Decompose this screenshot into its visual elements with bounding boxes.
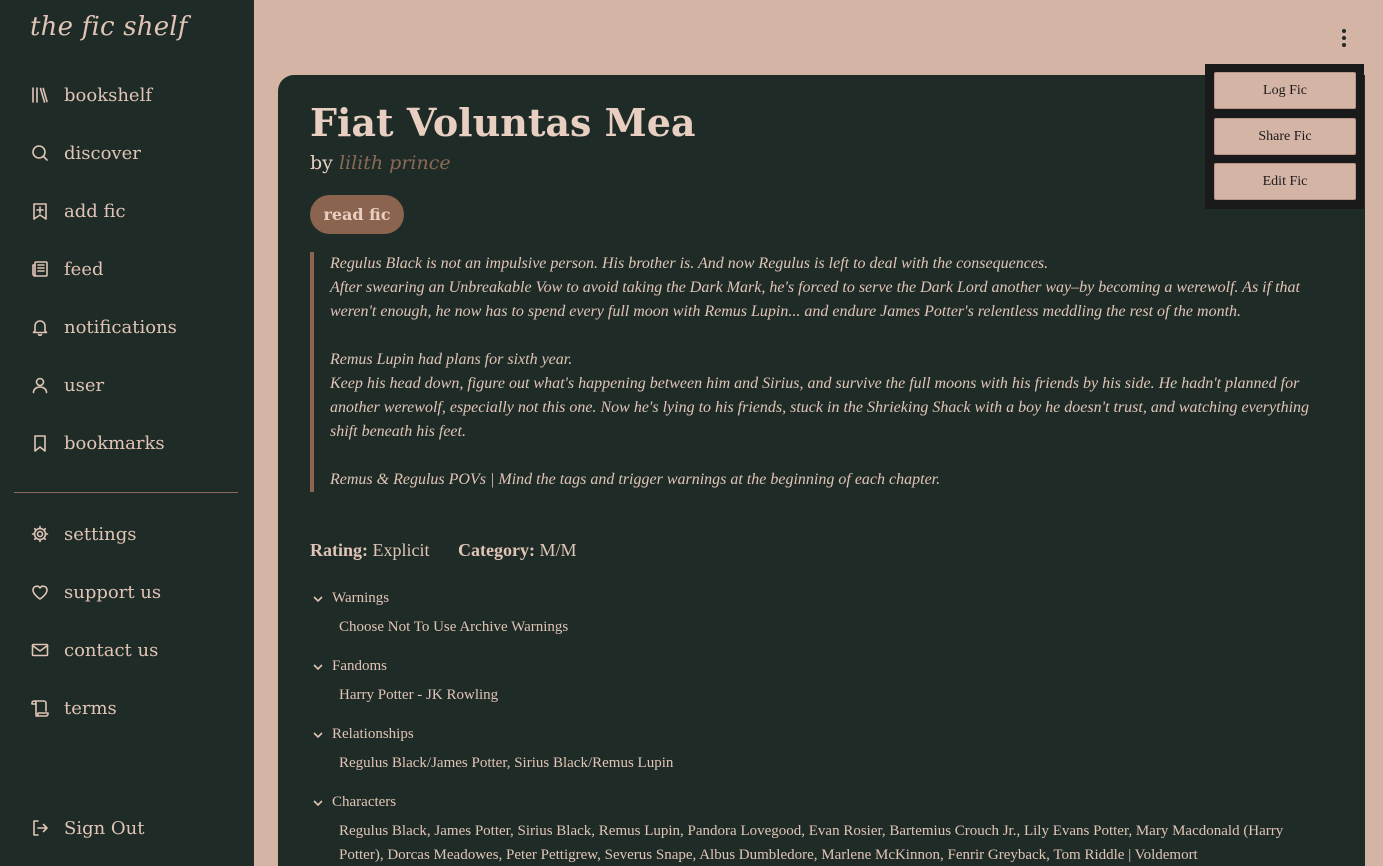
sidebar-item-label: feed xyxy=(64,258,104,280)
search-icon xyxy=(32,145,48,161)
sidebar-divider xyxy=(14,492,238,493)
sidebar-item-bookshelf[interactable]: bookshelf xyxy=(30,80,152,110)
sidebar-item-notifications[interactable]: notifications xyxy=(30,312,177,342)
warnings-toggle[interactable]: Warnings xyxy=(312,590,389,607)
fic-byline: by lilith prince xyxy=(310,152,451,174)
read-fic-button[interactable]: read fic xyxy=(310,195,404,234)
summary-paragraph: After swearing an Unbreakable Vow to avo… xyxy=(330,279,1300,320)
kebab-dot xyxy=(1342,29,1346,33)
fic-title: Fiat Voluntas Mea xyxy=(310,100,696,145)
fandoms-toggle[interactable]: Fandoms xyxy=(312,658,387,675)
sidebar-item-support-us[interactable]: support us xyxy=(30,577,161,607)
fic-meta: Rating: Explicit Category: M/M xyxy=(310,540,576,561)
summary-paragraph: Regulus Black is not an impulsive person… xyxy=(330,255,1049,272)
summary-paragraph: Remus & Regulus POVs | Mind the tags and… xyxy=(330,471,941,488)
fic-summary: Regulus Black is not an impulsive person… xyxy=(310,252,1310,492)
more-options-icon[interactable] xyxy=(1332,26,1356,50)
warnings-value: Choose Not To Use Archive Warnings xyxy=(339,619,569,635)
sidebar-item-discover[interactable]: discover xyxy=(30,138,141,168)
relationships-toggle[interactable]: Relationships xyxy=(312,726,414,743)
edit-fic-button[interactable]: Edit Fic xyxy=(1214,163,1356,200)
sidebar-item-label: discover xyxy=(64,142,141,164)
sidebar-item-label: bookmarks xyxy=(64,432,165,454)
sidebar-item-feed[interactable]: feed xyxy=(30,254,104,284)
log-fic-button[interactable]: Log Fic xyxy=(1214,72,1356,109)
relationships-value: Regulus Black/James Potter, Sirius Black… xyxy=(339,755,674,771)
bookmark-plus-icon xyxy=(33,203,47,220)
scroll-icon xyxy=(31,700,49,717)
sidebar-item-label: bookshelf xyxy=(64,84,153,106)
sign-out-button[interactable]: Sign Out xyxy=(30,813,145,843)
heart-icon xyxy=(32,585,48,600)
chevron-down-icon xyxy=(313,663,323,670)
sidebar-item-contact-us[interactable]: contact us xyxy=(30,635,158,665)
chevron-down-icon xyxy=(313,799,323,806)
fic-actions-menu: Log Fic Share Fic Edit Fic xyxy=(1205,64,1364,209)
category-label: Category: xyxy=(458,540,535,560)
mail-icon xyxy=(31,643,49,657)
share-fic-button[interactable]: Share Fic xyxy=(1214,118,1356,155)
sidebar-item-bookmarks[interactable]: bookmarks xyxy=(30,428,165,458)
sign-out-icon xyxy=(33,820,48,836)
sidebar-item-terms[interactable]: terms xyxy=(30,693,117,723)
chevron-down-icon xyxy=(313,731,323,738)
gear-icon xyxy=(31,525,49,543)
summary-paragraph: Keep his head down, figure out what's ha… xyxy=(330,375,1310,440)
by-label: by xyxy=(310,152,333,174)
app-logo[interactable]: the fic shelf xyxy=(30,12,188,42)
characters-value: Regulus Black, James Potter, Sirius Blac… xyxy=(339,823,1284,863)
sidebar-item-settings[interactable]: settings xyxy=(30,519,136,549)
rating-value: Explicit xyxy=(372,540,430,560)
sidebar-item-label: add fic xyxy=(64,200,126,222)
section-label: Relationships xyxy=(332,726,414,742)
sidebar-item-label: terms xyxy=(64,697,117,719)
sidebar-item-label: user xyxy=(64,374,105,396)
chevron-down-icon xyxy=(313,595,323,602)
characters-toggle[interactable]: Characters xyxy=(312,794,396,811)
author-link[interactable]: lilith prince xyxy=(339,152,451,174)
sidebar-item-user[interactable]: user xyxy=(30,370,104,400)
bookmark-icon xyxy=(34,435,46,452)
sign-out-label: Sign Out xyxy=(64,817,145,839)
user-icon xyxy=(32,377,48,394)
sidebar: the fic shelf bookshelf discover add fic… xyxy=(0,0,254,866)
sidebar-item-label: notifications xyxy=(64,316,177,338)
sidebar-item-label: support us xyxy=(64,581,162,603)
bell-icon xyxy=(32,320,48,337)
section-label: Warnings xyxy=(332,590,390,606)
fandoms-value: Harry Potter - JK Rowling xyxy=(339,687,499,703)
newspaper-icon xyxy=(32,261,48,277)
category-value: M/M xyxy=(539,540,577,560)
kebab-dot xyxy=(1342,36,1346,40)
section-label: Fandoms xyxy=(332,658,388,674)
section-label: Characters xyxy=(332,794,397,810)
rating-label: Rating: xyxy=(310,540,368,560)
sidebar-item-add-fic[interactable]: add fic xyxy=(30,196,126,226)
books-icon xyxy=(32,87,48,103)
kebab-dot xyxy=(1342,43,1346,47)
sidebar-item-label: settings xyxy=(64,523,137,545)
sidebar-item-label: contact us xyxy=(64,639,159,661)
summary-paragraph: Remus Lupin had plans for sixth year. xyxy=(330,351,573,368)
